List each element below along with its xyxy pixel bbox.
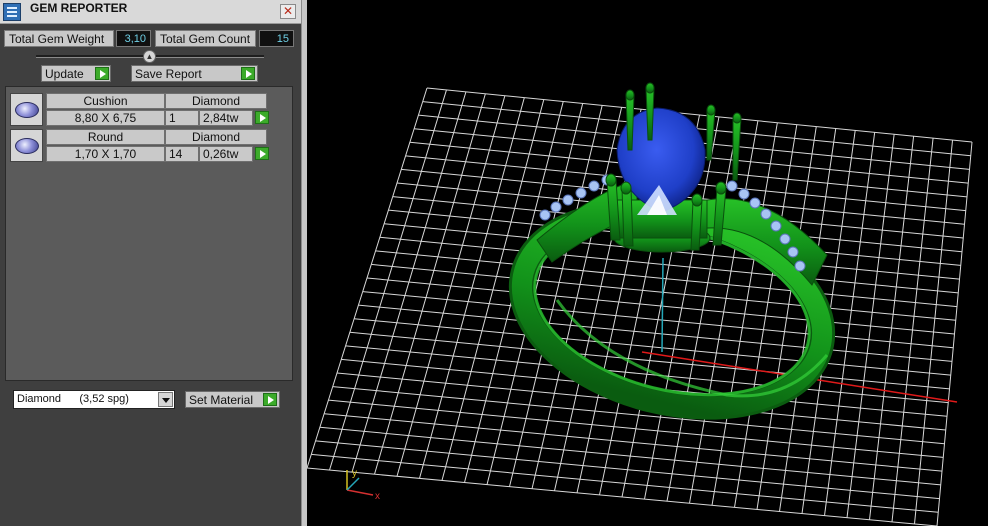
panel-slider-thumb[interactable]: ▲ [143, 50, 156, 63]
gizmo-x-label: x [375, 491, 380, 502]
gem-count: 14 [165, 146, 199, 162]
go-arrow-icon [241, 67, 255, 80]
gem-size: 1,70 X 1,70 [46, 146, 165, 162]
gem-reporter-app-icon [3, 3, 21, 21]
save-report-button-label: Save Report [135, 67, 202, 81]
grid-line [846, 134, 895, 518]
material-dropdown[interactable]: Diamond (3,52 spg) [13, 390, 175, 409]
3d-viewport[interactable]: y x [307, 0, 988, 526]
go-arrow-icon [95, 67, 109, 80]
ring-model[interactable] [501, 82, 842, 436]
gem-material: Diamond [165, 93, 267, 109]
gem-size: 8,80 X 6,75 [46, 110, 165, 126]
update-button-label: Update [45, 67, 84, 81]
gem-row-cushion[interactable]: Cushion Diamond 8,80 X 6,75 1 2,84tw [10, 93, 269, 127]
grid-line [366, 277, 955, 335]
go-arrow-icon [263, 393, 277, 406]
gem-row-round[interactable]: Round Diamond 1,70 X 1,70 14 0,26tw [10, 129, 269, 163]
grid-line [307, 467, 938, 526]
z-axis-line [661, 257, 664, 353]
save-report-button[interactable]: Save Report [131, 65, 258, 82]
grid-line [891, 138, 934, 522]
gem-shape: Round [46, 129, 165, 145]
gem-reporter-panel: GEM REPORTER ✕ Total Gem Weight 3,10 Tot… [0, 0, 303, 526]
set-material-button-label: Set Material [189, 393, 254, 407]
gem-thumbnail [10, 93, 43, 126]
total-gem-weight-label: Total Gem Weight [4, 30, 114, 47]
total-gem-weight-value: 3,10 [116, 30, 151, 47]
grid-line [311, 453, 939, 513]
gem-thumbnail [10, 129, 43, 162]
grid-line [315, 440, 940, 500]
total-gem-count-value: 15 [259, 30, 294, 47]
title-bar[interactable]: GEM REPORTER ✕ [0, 0, 301, 24]
grid-line [354, 318, 951, 376]
gem-shape: Cushion [46, 93, 165, 109]
gem-count: 1 [165, 110, 199, 126]
gem-weight: 2,84tw [199, 110, 253, 126]
close-icon[interactable]: ✕ [280, 4, 296, 19]
dropdown-arrow-icon[interactable] [158, 392, 173, 407]
material-dropdown-value: Diamond (3,52 spg) [17, 393, 129, 405]
grid-line [324, 413, 943, 472]
total-gem-count-label: Total Gem Count [155, 30, 256, 47]
gizmo-y-label: y [352, 468, 357, 479]
viewport-scene: y x [307, 82, 973, 526]
grid-line [936, 141, 973, 526]
grid-line [349, 331, 950, 390]
go-arrow-icon[interactable] [255, 111, 269, 124]
gem-list: Cushion Diamond 8,80 X 6,75 1 2,84tw Rou… [5, 86, 293, 381]
update-button[interactable]: Update [41, 65, 111, 82]
grid-line [914, 140, 954, 524]
go-arrow-icon[interactable] [255, 147, 269, 160]
grid-line [362, 291, 954, 349]
grid-line [319, 426, 941, 486]
gem-weight: 0,26tw [199, 146, 253, 162]
set-material-button[interactable]: Set Material [185, 391, 280, 408]
window-title: GEM REPORTER [30, 1, 128, 15]
grid-line [869, 136, 915, 520]
grid-line [358, 304, 953, 362]
gem-material: Diamond [165, 129, 267, 145]
